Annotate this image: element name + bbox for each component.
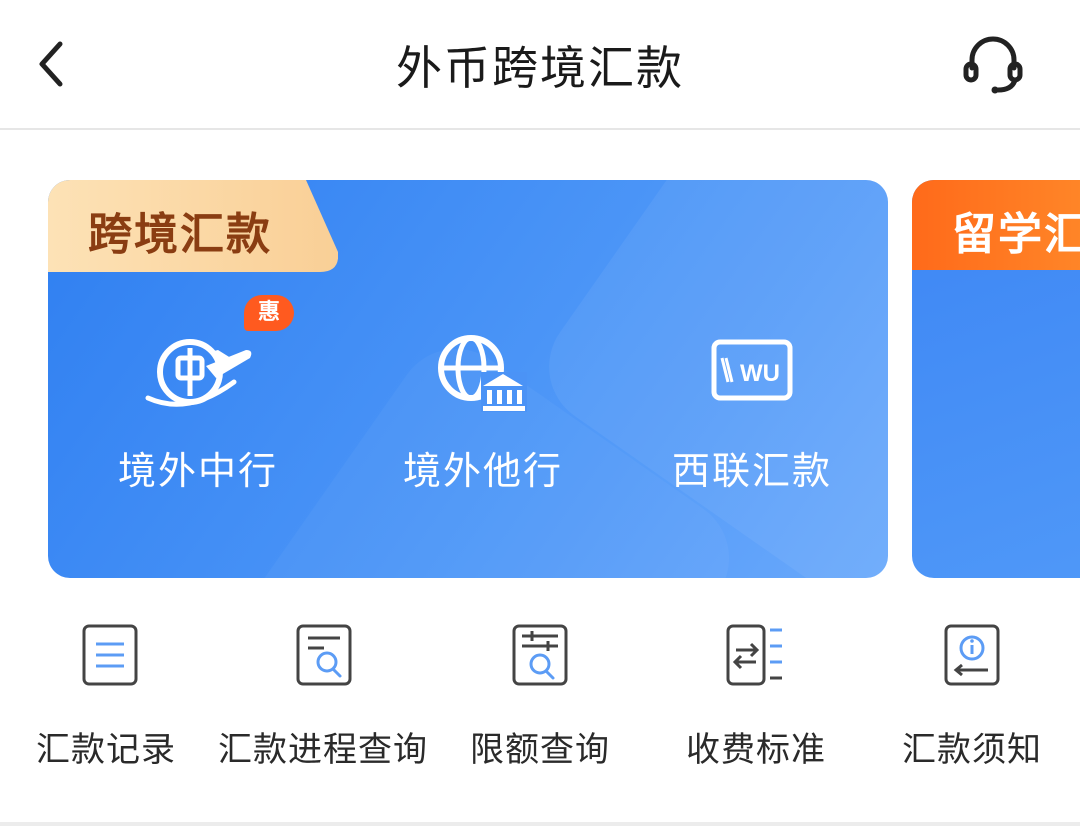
tool-label: 汇款进程查询 — [218, 730, 428, 770]
customer-service-button[interactable] — [958, 30, 1028, 100]
service-label: 境外中行 — [117, 449, 278, 493]
tool-progress-query[interactable]: 汇款进程查询 — [212, 610, 442, 790]
top-bar: 外币跨境汇款 — [0, 0, 1080, 130]
globe-bank-icon — [438, 335, 527, 412]
cross-border-remittance-card: 跨境汇款 惠 境外中行 境外他行 WU 西联汇款 — [48, 180, 888, 578]
headset-icon — [963, 36, 1023, 94]
western-union-icon: WU — [711, 339, 793, 401]
study-abroad-remittance-card[interactable]: 留学汇 — [912, 180, 1080, 578]
tool-label: 汇款须知 — [902, 730, 1042, 770]
card-tab: 留学汇 — [912, 180, 1080, 270]
tool-label: 收费标准 — [686, 730, 826, 770]
service-label: 西联汇款 — [671, 449, 832, 493]
tool-label: 限额查询 — [470, 730, 610, 770]
service-other-bank-overseas[interactable]: 境外他行 — [343, 290, 623, 570]
limit-search-icon — [512, 624, 568, 686]
tool-fee-standard[interactable]: 收费标准 — [684, 610, 844, 790]
notice-info-icon — [944, 624, 1000, 686]
tool-limit-query[interactable]: 限额查询 — [466, 610, 626, 790]
card-tab-label: 跨境汇款 — [88, 209, 272, 260]
tool-remittance-notice[interactable]: 汇款须知 — [900, 610, 1060, 790]
service-label: 境外他行 — [402, 449, 563, 493]
progress-search-icon — [296, 624, 352, 686]
service-boc-overseas[interactable]: 惠 境外中行 — [58, 290, 338, 570]
discount-badge: 惠 — [244, 295, 294, 331]
service-western-union[interactable]: WU 西联汇款 — [612, 290, 888, 570]
page-title: 外币跨境汇款 — [396, 41, 684, 95]
card-tab-label: 留学汇 — [952, 209, 1080, 260]
tool-remittance-record[interactable]: 汇款记录 — [30, 610, 190, 790]
tool-label: 汇款记录 — [36, 730, 176, 770]
globe-plane-icon — [145, 339, 252, 407]
card-tab: 跨境汇款 — [48, 180, 338, 272]
bottom-divider — [0, 822, 1080, 826]
tools-row: 汇款记录 汇款进程查询 限额查询 收费标准 汇款须知 — [0, 610, 1080, 810]
wu-text: WU — [740, 360, 780, 387]
fee-standard-icon — [726, 624, 782, 686]
record-list-icon — [82, 624, 138, 686]
